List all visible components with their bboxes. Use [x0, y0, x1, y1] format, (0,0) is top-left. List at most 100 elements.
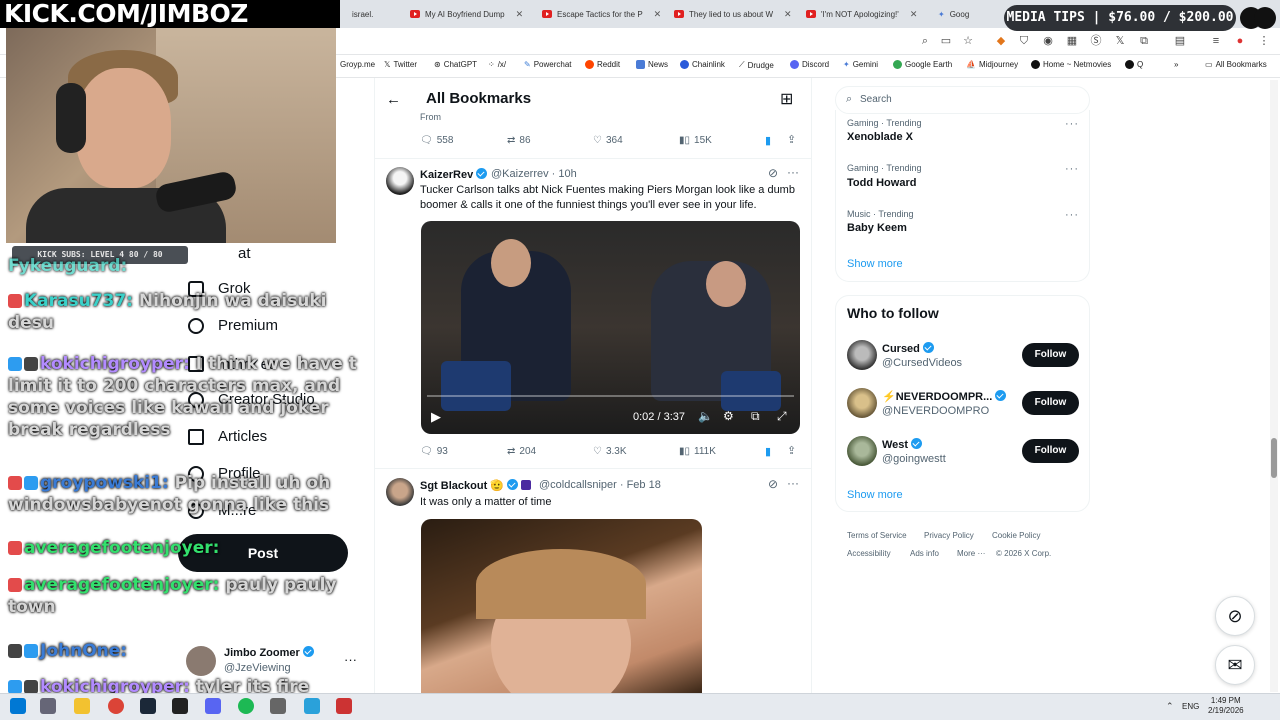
tweet-author-handle[interactable]: @Kaizerrev · 10h: [491, 168, 577, 180]
avatar[interactable]: [847, 340, 877, 370]
more-icon[interactable]: ⋮: [1258, 35, 1270, 47]
trend-item[interactable]: Baby Keem: [847, 222, 907, 234]
tab-they-lied[interactable]: They lied to us about W ✕: [674, 4, 792, 24]
add-bookmark-folder-icon[interactable]: ⊞: [780, 89, 793, 109]
pip-icon[interactable]: ⧉: [751, 409, 760, 424]
share-button[interactable]: ⇪: [787, 444, 796, 457]
bookmark-item[interactable]: Discord: [790, 60, 829, 69]
extension-icon[interactable]: Ⓢ: [1090, 35, 1102, 47]
bookmark-item[interactable]: Google Earth: [893, 60, 952, 69]
bookmark-item[interactable]: ⟋ Drudge: [739, 60, 774, 70]
tray-chevron-icon[interactable]: ⌃: [1166, 701, 1174, 712]
all-bookmarks-folder[interactable]: ▭ All Bookmarks: [1205, 60, 1267, 69]
sidebar-icon[interactable]: ▤: [1174, 35, 1186, 47]
footer-link[interactable]: More ···: [957, 549, 985, 558]
scrollbar-thumb[interactable]: [1271, 438, 1277, 478]
fullscreen-icon[interactable]: ⤢: [777, 409, 787, 424]
tab-ai-boyfriend[interactable]: My AI Boyfriend Dump ✕: [410, 4, 523, 24]
bookmark-item[interactable]: 𝕏 Twitter: [384, 60, 417, 69]
bookmark-item[interactable]: Groyp.me: [340, 60, 375, 69]
play-icon[interactable]: ▶: [431, 409, 441, 425]
tweet-author-name[interactable]: KaizerRev: [420, 168, 488, 181]
tab-escape-tactics[interactable]: Escape Tactics for the P ✕: [542, 4, 661, 24]
menu-icon[interactable]: ≡: [1210, 35, 1222, 47]
video-progress-bar[interactable]: [427, 395, 794, 397]
extension-icon[interactable]: ◉: [1042, 35, 1054, 47]
more-icon[interactable]: ···: [787, 165, 799, 179]
close-icon[interactable]: ✕: [910, 9, 918, 20]
suggestion-name[interactable]: ⚡NEVERDOOMPR...: [882, 390, 1007, 403]
shield-icon[interactable]: ⛉: [1018, 35, 1030, 47]
more-icon[interactable]: ···: [1065, 209, 1079, 221]
star-icon[interactable]: ☆: [962, 35, 974, 47]
tab-not-apologizing[interactable]: 'I'm NOT Apologizing!' ✕: [806, 4, 917, 24]
bookmark-item[interactable]: Home ~ Netmovies: [1031, 60, 1111, 69]
follow-button[interactable]: Follow: [1022, 391, 1079, 415]
footer-link[interactable]: Cookie Policy: [992, 531, 1040, 540]
bookmark-item[interactable]: ⊛ ChatGPT: [434, 60, 477, 69]
repost-button[interactable]: ⇄ 204: [507, 446, 536, 457]
like-button[interactable]: ♡ 364: [593, 135, 623, 146]
puzzle-icon[interactable]: ⧉: [1138, 35, 1150, 47]
avatar[interactable]: [847, 436, 877, 466]
share-button[interactable]: ⇪: [787, 133, 796, 146]
suggestion-name[interactable]: West: [882, 438, 923, 451]
spotify-icon[interactable]: [238, 698, 254, 714]
grok-icon[interactable]: ⊘: [768, 477, 778, 491]
footer-link[interactable]: Ads info: [910, 549, 939, 558]
terminal-icon[interactable]: [172, 698, 188, 714]
bookmark-item[interactable]: Reddit: [585, 60, 620, 69]
more-icon[interactable]: ···: [1065, 163, 1079, 175]
reply-button[interactable]: 🗨 558: [420, 135, 453, 146]
avatar[interactable]: [847, 388, 877, 418]
avatar[interactable]: [386, 478, 414, 506]
back-arrow-icon[interactable]: ←: [386, 91, 401, 108]
task-view-icon[interactable]: [40, 698, 56, 714]
follow-button[interactable]: Follow: [1022, 439, 1079, 463]
metamask-icon[interactable]: ◆: [995, 35, 1007, 47]
bookmark-button[interactable]: ▮: [765, 134, 771, 147]
extension-icon[interactable]: ▦: [1066, 35, 1078, 47]
app-icon[interactable]: [270, 698, 286, 714]
discord-icon[interactable]: [205, 698, 221, 714]
messages-fab-button[interactable]: ✉: [1215, 645, 1255, 685]
grok-fab-button[interactable]: ⊘: [1215, 596, 1255, 636]
profile-icon[interactable]: ●: [1234, 35, 1246, 47]
more-icon[interactable]: ···: [1065, 118, 1079, 130]
close-icon[interactable]: ✕: [654, 9, 662, 20]
close-icon[interactable]: ✕: [784, 9, 792, 20]
bookmark-item[interactable]: ⁘/x/: [488, 60, 506, 69]
chevron-right-icon[interactable]: »: [1174, 60, 1178, 69]
tweet-author-name[interactable]: Sgt Blackout 🫡: [420, 479, 532, 492]
show-more-link[interactable]: Show more: [847, 258, 903, 270]
chrome-icon[interactable]: [108, 698, 124, 714]
footer-link[interactable]: Accessibility: [847, 549, 891, 558]
footer-link[interactable]: Privacy Policy: [924, 531, 974, 540]
settings-icon[interactable]: ⚙: [723, 409, 734, 423]
tweet-image[interactable]: [421, 519, 702, 693]
cast-icon[interactable]: ▭: [940, 35, 952, 47]
views-button[interactable]: ▮▯ 111K: [679, 446, 716, 457]
telegram-icon[interactable]: [304, 698, 320, 714]
scrollbar[interactable]: [1270, 80, 1278, 692]
bookmark-item[interactable]: ✎ Powerchat: [524, 60, 572, 69]
reply-button[interactable]: 🗨 93: [420, 446, 448, 457]
bookmark-item[interactable]: News: [636, 60, 668, 69]
x-icon[interactable]: 𝕏: [1114, 35, 1126, 47]
trend-item[interactable]: Xenoblade X: [847, 131, 913, 143]
zoom-icon[interactable]: ⌕: [919, 35, 931, 47]
follow-button[interactable]: Follow: [1022, 343, 1079, 367]
show-more-link[interactable]: Show more: [847, 489, 903, 501]
close-icon[interactable]: ✕: [516, 9, 524, 20]
bookmark-item[interactable]: Q: [1125, 60, 1143, 69]
file-explorer-icon[interactable]: [74, 698, 90, 714]
suggestion-name[interactable]: Cursed: [882, 342, 934, 355]
bookmark-item[interactable]: ✦ Gemini: [843, 60, 878, 69]
volume-icon[interactable]: 🔈: [698, 409, 713, 423]
language-indicator[interactable]: ENG: [1182, 702, 1199, 711]
trend-item[interactable]: Todd Howard: [847, 177, 916, 189]
footer-link[interactable]: Terms of Service: [847, 531, 907, 540]
grok-icon[interactable]: ⊘: [768, 166, 778, 180]
tweet-author-handle[interactable]: @coldcallsniper · Feb 18: [539, 479, 661, 491]
views-button[interactable]: ▮▯ 15K: [679, 135, 712, 146]
